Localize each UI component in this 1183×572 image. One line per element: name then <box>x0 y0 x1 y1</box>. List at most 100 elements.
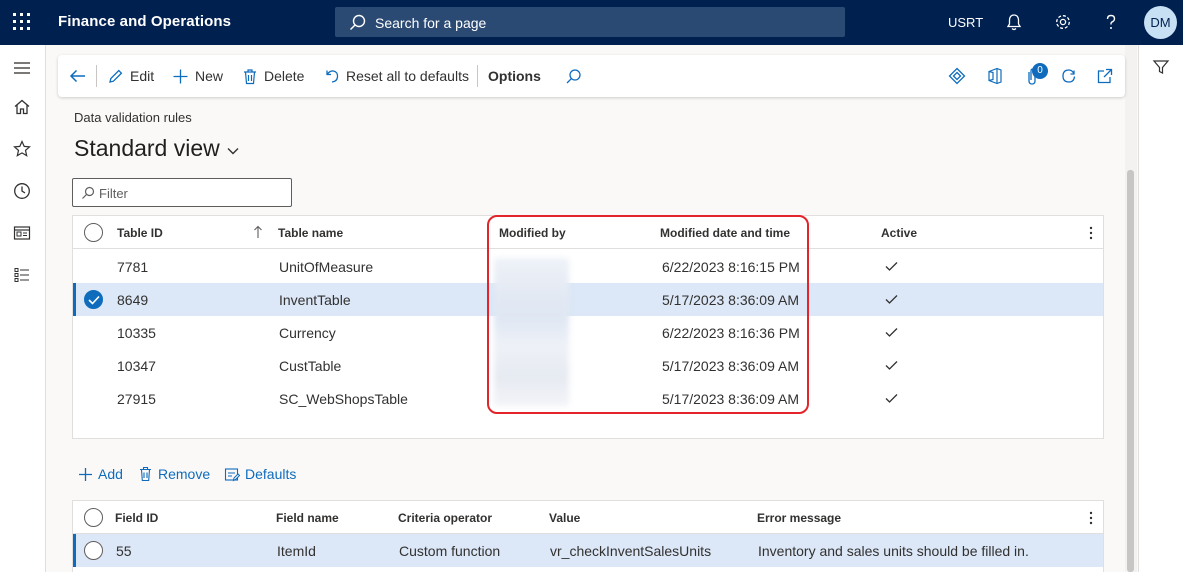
office-button[interactable] <box>986 55 1010 97</box>
header-active[interactable]: Active <box>881 226 917 240</box>
reset-label: Reset all to defaults <box>346 68 469 84</box>
search-placeholder: Search for a page <box>375 15 487 31</box>
grid-header: Field ID Field name Criteria operator Va… <box>73 501 1103 534</box>
navigation-pane <box>0 45 46 572</box>
defaults-button[interactable]: Defaults <box>224 461 296 487</box>
header-table-id[interactable]: Table ID <box>117 226 163 240</box>
plus-icon <box>79 467 92 481</box>
delete-button[interactable]: Delete <box>242 55 304 97</box>
cell-field-id[interactable]: 55 <box>116 543 132 559</box>
hamburger-icon[interactable] <box>12 58 32 78</box>
edit-button[interactable]: Edit <box>107 55 154 97</box>
cell-table-name[interactable]: UnitOfMeasure <box>279 259 373 275</box>
add-label: Add <box>98 466 123 482</box>
checkmark-icon[interactable] <box>885 327 898 338</box>
bell-icon[interactable] <box>1004 12 1024 32</box>
remove-label: Remove <box>158 466 211 482</box>
filter-placeholder: Filter <box>99 186 128 201</box>
office-icon <box>988 67 1002 85</box>
trash-icon <box>244 68 256 84</box>
more-options-icon[interactable] <box>1089 225 1093 241</box>
options-tab[interactable]: Options <box>488 55 541 97</box>
cell-field-name[interactable]: ItemId <box>277 543 316 559</box>
refresh-icon <box>1062 69 1076 83</box>
open-new-window-button[interactable] <box>1096 55 1120 97</box>
annotation-highlight-box <box>487 215 809 414</box>
header-value[interactable]: Value <box>549 511 580 525</box>
recent-clock-icon[interactable] <box>12 181 32 201</box>
select-all-radio[interactable] <box>84 223 103 242</box>
app-launcher-icon[interactable] <box>13 13 31 31</box>
cell-table-id[interactable]: 10347 <box>117 358 156 374</box>
attachments-button[interactable]: 0 <box>1023 55 1048 97</box>
modules-list-icon[interactable] <box>12 265 32 285</box>
cell-table-name[interactable]: Currency <box>279 325 336 341</box>
checkmark-icon[interactable] <box>885 393 898 404</box>
edit-label: Edit <box>130 68 155 84</box>
back-button[interactable] <box>68 55 94 97</box>
cell-error-message[interactable]: Inventory and sales units should be fill… <box>758 543 1029 559</box>
cell-value[interactable]: vr_checkInventSalesUnits <box>550 543 711 559</box>
cell-table-id[interactable]: 27915 <box>117 391 156 407</box>
cell-table-id[interactable]: 7781 <box>117 259 148 275</box>
row-selected-radio[interactable] <box>84 290 103 309</box>
app-title: Finance and Operations <box>58 13 232 30</box>
view-title: Standard view <box>74 135 220 161</box>
cell-table-name[interactable]: CustTable <box>279 358 341 374</box>
checkmark-icon[interactable] <box>885 360 898 371</box>
delete-label: Delete <box>264 68 305 84</box>
action-search-button[interactable] <box>565 55 588 97</box>
funnel-filter-icon[interactable] <box>1152 58 1170 76</box>
company-picker[interactable]: USRT <box>948 15 983 30</box>
top-bar: Finance and Operations Search for a page… <box>0 0 1183 45</box>
header-field-id[interactable]: Field ID <box>115 511 158 525</box>
search-icon <box>350 14 366 30</box>
attachments-badge: 0 <box>1032 63 1048 79</box>
sort-ascending-icon[interactable] <box>253 225 263 239</box>
new-label: New <box>195 68 224 84</box>
diamond-icon <box>948 67 966 85</box>
refresh-button[interactable] <box>1060 55 1084 97</box>
chevron-down-icon <box>227 147 239 154</box>
power-apps-button[interactable] <box>948 55 972 97</box>
checkmark-icon[interactable] <box>885 261 898 272</box>
cell-table-name[interactable]: SC_WebShopsTable <box>279 391 408 407</box>
header-error-message[interactable]: Error message <box>757 511 841 525</box>
favorites-star-icon[interactable] <box>12 139 32 159</box>
row-radio[interactable] <box>84 541 103 560</box>
action-pane: Edit New Delete Reset all to defaults Op… <box>58 55 1125 97</box>
defaults-form-icon <box>224 467 240 481</box>
header-field-name[interactable]: Field name <box>276 511 339 525</box>
checkmark-icon[interactable] <box>885 294 898 305</box>
new-button[interactable]: New <box>172 55 223 97</box>
help-icon[interactable] <box>1101 12 1121 32</box>
more-options-icon[interactable] <box>1089 510 1093 526</box>
cell-table-id[interactable]: 8649 <box>117 292 148 308</box>
scrollbar-thumb[interactable] <box>1127 170 1134 572</box>
gear-icon[interactable] <box>1053 12 1073 32</box>
cell-table-name[interactable]: InventTable <box>279 292 351 308</box>
header-criteria-operator[interactable]: Criteria operator <box>398 511 492 525</box>
workspaces-icon[interactable] <box>12 223 32 243</box>
page-search-box[interactable]: Search for a page <box>335 7 845 37</box>
home-icon[interactable] <box>12 97 32 117</box>
filter-input[interactable]: Filter <box>72 178 292 207</box>
select-all-radio[interactable] <box>84 508 103 527</box>
header-table-name[interactable]: Table name <box>278 226 343 240</box>
trash-icon <box>140 466 151 482</box>
view-selector[interactable]: Standard view <box>74 135 240 162</box>
reset-all-defaults-button[interactable]: Reset all to defaults <box>324 55 469 97</box>
search-icon <box>566 68 581 83</box>
cell-table-id[interactable]: 10335 <box>117 325 156 341</box>
undo-icon <box>326 69 339 83</box>
table-row-selected[interactable]: 55 ItemId Custom function vr_checkInvent… <box>73 534 1103 567</box>
add-line-button[interactable]: Add <box>78 461 123 487</box>
arrow-left-icon <box>69 69 85 83</box>
page-breadcrumb[interactable]: Data validation rules <box>74 110 192 125</box>
search-icon <box>82 186 95 199</box>
user-avatar[interactable]: DM <box>1144 6 1177 39</box>
cell-criteria-operator[interactable]: Custom function <box>399 543 500 559</box>
remove-line-button[interactable]: Remove <box>138 461 210 487</box>
filter-pane <box>1138 45 1183 572</box>
defaults-label: Defaults <box>245 466 297 482</box>
